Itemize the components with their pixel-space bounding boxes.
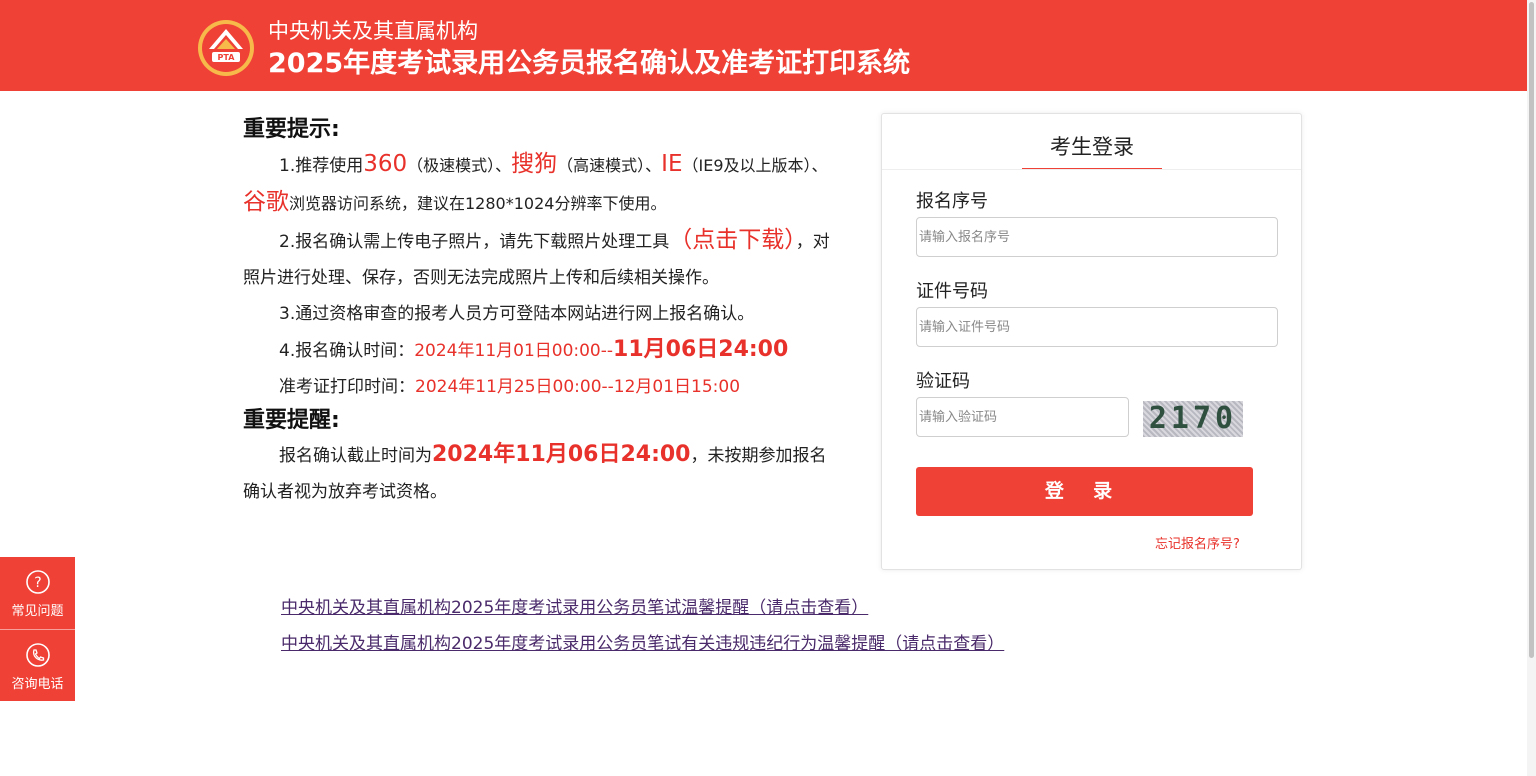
- download-tool-link[interactable]: （点击下载）: [669, 227, 796, 253]
- browser-360: 360: [363, 151, 408, 177]
- exam-reminder-link[interactable]: 中央机关及其直属机构2025年度考试录用公务员笔试温馨提醒（请点击查看）: [281, 590, 1004, 626]
- phone-button[interactable]: 咨询电话: [0, 630, 75, 702]
- notice-text: （极速模式）、: [407, 156, 512, 175]
- logo-text: PTA: [218, 53, 236, 62]
- notice-text: 4.报名确认时间：: [279, 341, 415, 361]
- notice-heading: 重要提示:: [243, 117, 340, 142]
- browser-ie: IE: [661, 151, 683, 177]
- reminder-heading: 重要提醒:: [243, 408, 340, 433]
- faq-label: 常见问题: [11, 604, 64, 619]
- tab-candidate-login[interactable]: 考生登录: [1022, 132, 1162, 170]
- browser-chrome: 谷歌: [243, 189, 289, 215]
- notice-text: 浏览器访问系统，建议在1280*1024分辨率下使用。: [289, 194, 667, 213]
- notice-item-browser: 1.推荐使用360（极速模式）、搜狗（高速模式）、IE（IE9及以上版本）、谷歌…: [243, 146, 833, 222]
- scrollbar-thumb[interactable]: [1529, 2, 1534, 658]
- notice-text: 1.推荐使用: [279, 156, 364, 176]
- captcha-image[interactable]: 2170: [1143, 401, 1243, 437]
- reg-number-label: 报名序号: [916, 191, 988, 212]
- violation-reminder-link[interactable]: 中央机关及其直属机构2025年度考试录用公务员笔试有关违规违纪行为温馨提醒（请点…: [281, 626, 1004, 662]
- deadline: 2024年11月06日24:00: [432, 442, 691, 467]
- question-circle-icon: ?: [26, 570, 50, 594]
- notice-text: 2.报名确认需上传电子照片，请先下载照片处理工具: [279, 232, 670, 252]
- login-panel: 考生登录 报名序号 证件号码 验证码 2170 登 录 忘记报名序号?: [881, 113, 1302, 570]
- notice-text: （IE9及以上版本）、: [682, 156, 828, 175]
- notice-text: 报名确认截止时间为: [279, 446, 432, 466]
- notice-item-confirm-time: 4.报名确认时间：2024年11月01日00:00--11月06日24:00: [243, 332, 833, 369]
- notice-text: （高速模式）、: [557, 156, 662, 175]
- header-subtitle: 中央机关及其直属机构: [268, 19, 478, 43]
- reg-number-input[interactable]: [916, 217, 1278, 257]
- notice-item-print-time: 准考证打印时间：2024年11月25日00:00--12月01日15:00: [243, 369, 833, 405]
- notice-text: 准考证打印时间：: [279, 377, 415, 397]
- notice-panel: 重要提示: 1.推荐使用360（极速模式）、搜狗（高速模式）、IE（IE9及以上…: [243, 114, 833, 510]
- phone-label: 咨询电话: [11, 677, 64, 692]
- header-bar: PTA 中央机关及其直属机构 2025年度考试录用公务员报名确认及准考证打印系统: [0, 0, 1527, 91]
- captcha-label: 验证码: [916, 371, 970, 392]
- browser-sogou: 搜狗: [511, 151, 558, 177]
- confirm-time-end: 11月06日24:00: [613, 337, 789, 362]
- faq-button[interactable]: ? 常见问题: [0, 557, 75, 629]
- svg-text:?: ?: [34, 575, 41, 591]
- pta-logo-icon: PTA: [198, 20, 254, 76]
- print-time-range: 2024年11月25日00:00--12月01日15:00: [415, 377, 741, 397]
- login-button[interactable]: 登 录: [916, 467, 1253, 516]
- reminder-text: 报名确认截止时间为2024年11月06日24:00，未按期参加报名确认者视为放弃…: [243, 437, 833, 510]
- side-float-bar: ? 常见问题 咨询电话: [0, 557, 75, 701]
- phone-circle-icon: [26, 643, 50, 667]
- divider: [882, 169, 1301, 170]
- captcha-input[interactable]: [916, 397, 1129, 437]
- id-number-input[interactable]: [916, 307, 1278, 347]
- notice-item-photo: 2.报名确认需上传电子照片，请先下载照片处理工具（点击下载），对照片进行处理、保…: [243, 222, 833, 296]
- id-number-label: 证件号码: [916, 281, 988, 302]
- notice-item-qualification: 3.通过资格审查的报考人员方可登陆本网站进行网上报名确认。: [279, 304, 755, 324]
- reminder-links: 中央机关及其直属机构2025年度考试录用公务员笔试温馨提醒（请点击查看） 中央机…: [281, 590, 1004, 662]
- forgot-reg-number-link[interactable]: 忘记报名序号?: [1155, 533, 1240, 552]
- page-title: 2025年度考试录用公务员报名确认及准考证打印系统: [268, 48, 911, 79]
- confirm-time-start: 2024年11月01日00:00--: [414, 341, 614, 361]
